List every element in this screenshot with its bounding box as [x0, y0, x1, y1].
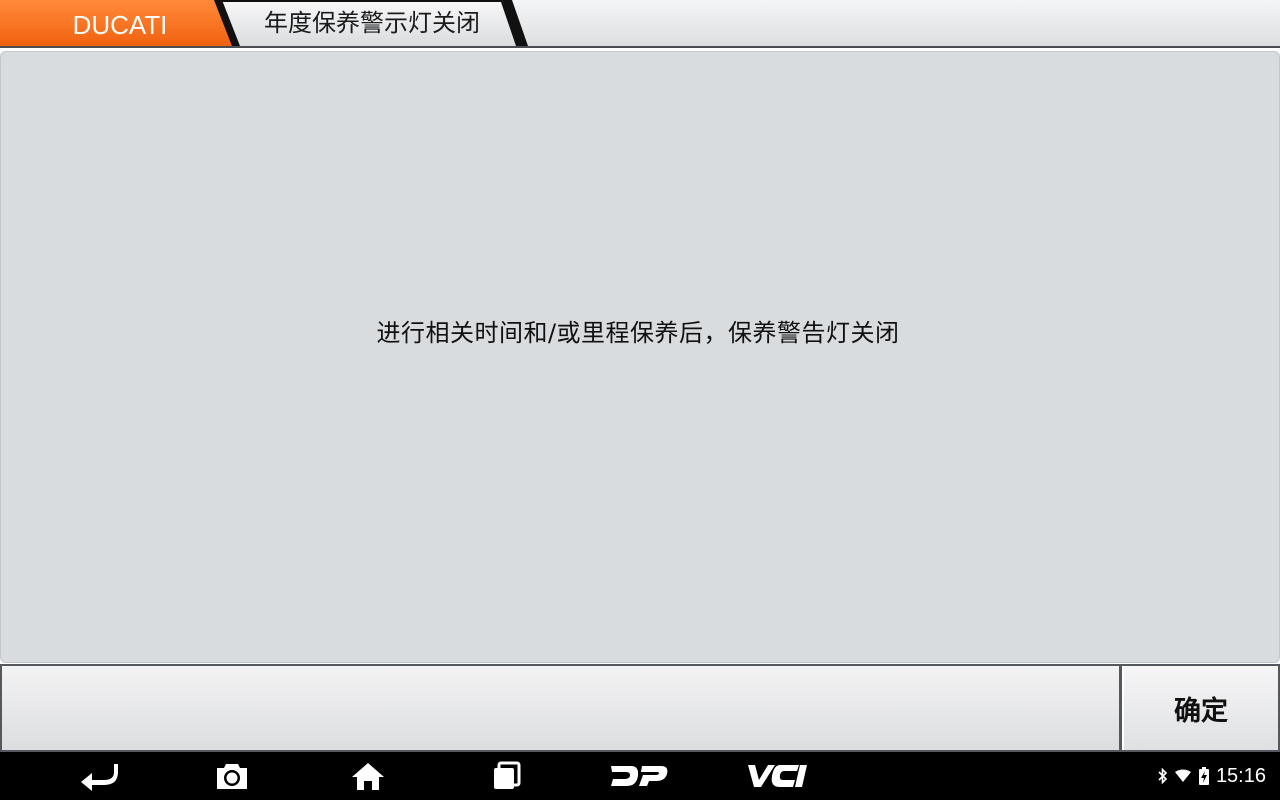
recent-apps-icon [494, 761, 521, 789]
breadcrumb-function-label: 年度保养警示灯关闭 [264, 9, 480, 37]
breadcrumb-bar: 年度保养警示灯关闭 DUCATI [0, 0, 1280, 48]
screenshot-button[interactable] [212, 752, 252, 800]
recent-apps-button[interactable] [486, 752, 526, 800]
status-clock: 15:16 [1215, 764, 1266, 787]
breadcrumb-brand-label: DUCATI [72, 10, 168, 40]
breadcrumb-brand[interactable]: DUCATI [0, 0, 240, 48]
home-button[interactable] [348, 752, 388, 800]
vci-icon [748, 765, 807, 787]
footer-bar: 确定 [0, 664, 1280, 752]
dp-button[interactable] [606, 752, 672, 800]
info-message: 进行相关时间和/或里程保养后，保养警告灯关闭 [376, 319, 900, 347]
back-button[interactable] [76, 752, 120, 800]
message-panel: 进行相关时间和/或里程保养后，保养警告灯关闭 [0, 51, 1280, 663]
system-navbar: 15:16 [0, 752, 1280, 800]
breadcrumb-function[interactable]: 年度保养警示灯关闭 [216, 0, 528, 48]
confirm-button[interactable]: 确定 [1122, 666, 1278, 750]
bluetooth-icon [1158, 768, 1168, 784]
back-icon [81, 764, 118, 791]
header-divider [0, 46, 1280, 48]
battery-icon [1198, 767, 1209, 785]
camera-icon [217, 764, 247, 789]
dp-icon [611, 766, 668, 786]
wifi-icon [1174, 769, 1191, 782]
status-area: 15:16 [1158, 752, 1266, 800]
home-icon [352, 763, 384, 790]
footer-empty-area [2, 666, 1119, 750]
vci-button[interactable] [742, 752, 810, 800]
